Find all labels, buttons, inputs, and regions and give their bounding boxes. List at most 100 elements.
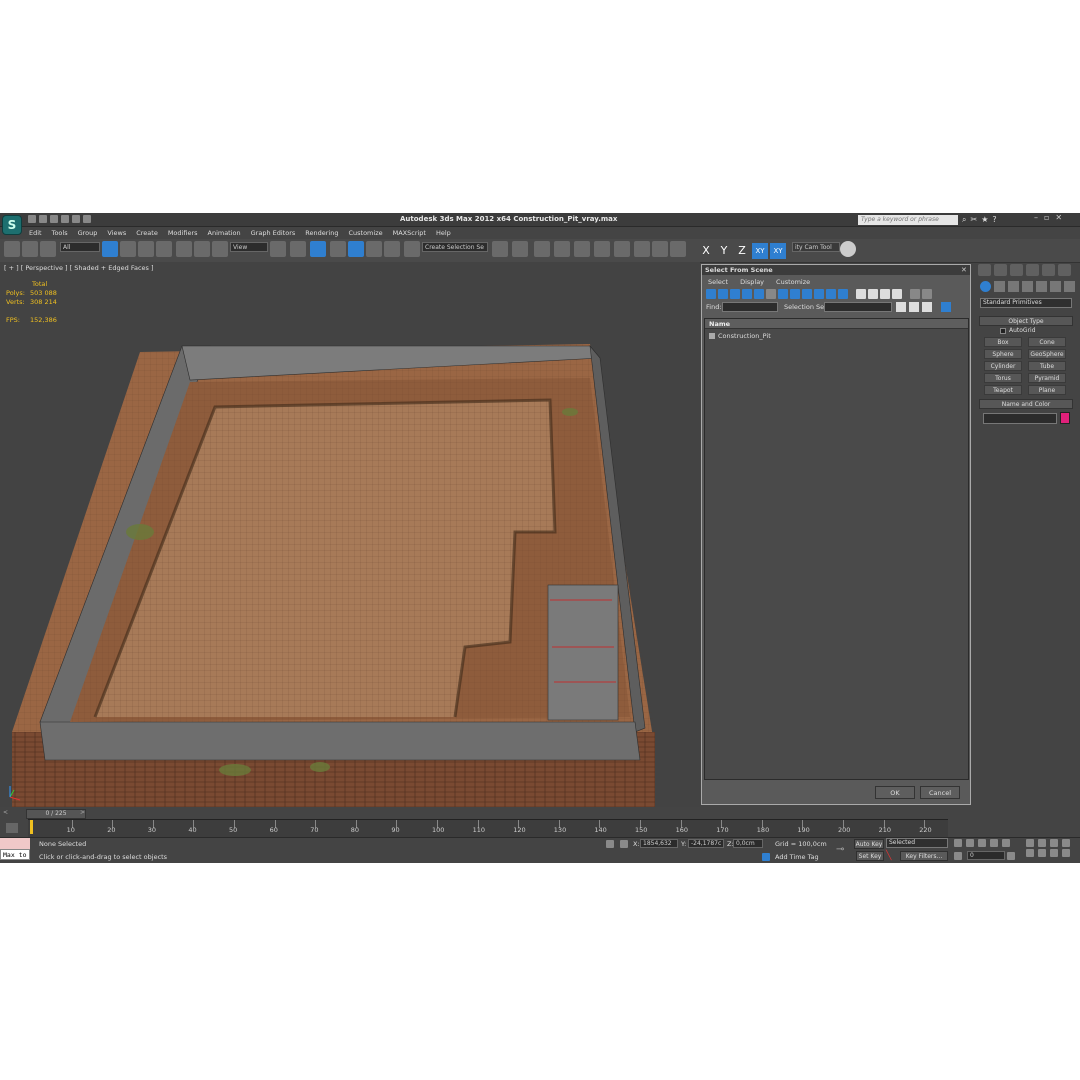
create-cone-button[interactable]: Cone bbox=[1028, 337, 1066, 347]
shapes-icon[interactable] bbox=[994, 281, 1005, 292]
axis-xy-cycle-button[interactable]: XY bbox=[770, 243, 786, 259]
object-color-swatch[interactable] bbox=[1060, 412, 1070, 424]
key-mode-toggle-icon[interactable] bbox=[954, 852, 962, 860]
select-object-icon[interactable] bbox=[102, 241, 118, 257]
current-frame-field[interactable]: 0 bbox=[967, 851, 1005, 860]
snaps-toggle-icon[interactable] bbox=[330, 241, 346, 257]
selection-set-dropdown[interactable] bbox=[824, 302, 892, 312]
set-key-button[interactable]: Set Key bbox=[856, 851, 884, 861]
create-plane-button[interactable]: Plane bbox=[1028, 385, 1066, 395]
find-case-icon[interactable] bbox=[896, 302, 906, 312]
layer-manager-icon[interactable] bbox=[534, 241, 550, 257]
display-hidden-icon[interactable] bbox=[838, 289, 848, 299]
systems-icon[interactable] bbox=[1064, 281, 1075, 292]
time-tag-icon[interactable] bbox=[762, 853, 770, 861]
star-icon[interactable]: ★ bbox=[981, 215, 988, 225]
window-crossing-icon[interactable] bbox=[156, 241, 172, 257]
z-coordinate-field[interactable]: 0,0cm bbox=[733, 839, 763, 848]
help-icon[interactable]: ? bbox=[992, 215, 996, 225]
angle-snap-icon[interactable] bbox=[348, 241, 364, 257]
add-time-tag[interactable]: Add Time Tag bbox=[775, 853, 819, 861]
display-frozen-icon[interactable] bbox=[826, 289, 836, 299]
binoculars-icon[interactable]: ⌕ bbox=[962, 215, 966, 225]
auto-key-button[interactable]: Auto Key bbox=[854, 839, 884, 849]
create-sphere-button[interactable]: Sphere bbox=[984, 349, 1022, 359]
curve-editor-icon[interactable] bbox=[574, 241, 590, 257]
ok-button[interactable]: OK bbox=[875, 786, 915, 799]
select-and-link-icon[interactable] bbox=[4, 241, 20, 257]
lights-icon[interactable] bbox=[1008, 281, 1019, 292]
dialog-close-icon[interactable]: ✕ bbox=[961, 266, 967, 274]
menu-item-graph-editors[interactable]: Graph Editors bbox=[246, 228, 301, 238]
tools-icon[interactable]: ✂ bbox=[970, 215, 977, 225]
zoom-icon[interactable] bbox=[1026, 839, 1034, 847]
axis-z-button[interactable]: Z bbox=[734, 243, 750, 259]
timeline-left-arrow[interactable]: < bbox=[3, 809, 8, 816]
invert-display-icon[interactable] bbox=[880, 289, 890, 299]
absolute-mode-icon[interactable] bbox=[620, 840, 628, 848]
spacewarps-icon[interactable] bbox=[1050, 281, 1061, 292]
cameras-icon[interactable] bbox=[1022, 281, 1033, 292]
pivot-center-icon[interactable] bbox=[270, 241, 286, 257]
app-logo-icon[interactable]: S bbox=[2, 215, 22, 235]
display-lights-icon[interactable] bbox=[730, 289, 740, 299]
display-cameras-icon[interactable] bbox=[742, 289, 752, 299]
cancel-button[interactable]: Cancel bbox=[920, 786, 960, 799]
menu-item-group[interactable]: Group bbox=[73, 228, 103, 238]
axis-x-button[interactable]: X bbox=[698, 243, 714, 259]
mirror-icon[interactable] bbox=[492, 241, 508, 257]
display-bones-icon[interactable] bbox=[802, 289, 812, 299]
create-tab-icon[interactable] bbox=[978, 264, 991, 276]
menu-item-rendering[interactable]: Rendering bbox=[300, 228, 343, 238]
maxscript-listener-top[interactable] bbox=[0, 838, 30, 849]
help-search-input[interactable]: Type a keyword or phrase bbox=[858, 215, 958, 225]
undo-icon[interactable] bbox=[61, 215, 69, 223]
filter-options-icon[interactable] bbox=[922, 289, 932, 299]
menu-item-customize[interactable]: Customize bbox=[343, 228, 387, 238]
redo-icon[interactable] bbox=[72, 215, 80, 223]
select-manipulate-icon[interactable] bbox=[290, 241, 306, 257]
material-editor-icon[interactable] bbox=[614, 241, 630, 257]
display-shapes-icon[interactable] bbox=[718, 289, 728, 299]
spinner-snap-icon[interactable] bbox=[384, 241, 400, 257]
timeline-right-arrow[interactable]: > bbox=[80, 809, 85, 816]
scale-icon[interactable] bbox=[212, 241, 228, 257]
maximize-viewport-icon[interactable] bbox=[1062, 849, 1070, 857]
select-all-icon[interactable] bbox=[892, 289, 902, 299]
go-to-start-icon[interactable] bbox=[954, 839, 962, 847]
lock-selection-icon[interactable] bbox=[606, 840, 614, 848]
display-none-icon[interactable] bbox=[868, 289, 878, 299]
zoom-all-icon[interactable] bbox=[1038, 839, 1046, 847]
primitive-category-dropdown[interactable]: Standard Primitives bbox=[980, 298, 1072, 308]
autogrid-checkbox[interactable]: AutoGrid bbox=[1000, 327, 1036, 334]
pan-icon[interactable] bbox=[1038, 849, 1046, 857]
modify-tab-icon[interactable] bbox=[994, 264, 1007, 276]
display-geometry-icon[interactable] bbox=[706, 289, 716, 299]
cam-tool-dropdown[interactable]: ity Cam Tool bbox=[792, 242, 840, 252]
unlink-icon[interactable] bbox=[22, 241, 38, 257]
mini-curve-editor-icon[interactable] bbox=[6, 823, 18, 833]
create-box-button[interactable]: Box bbox=[984, 337, 1022, 347]
filter-icon[interactable] bbox=[910, 289, 920, 299]
display-groups-icon[interactable] bbox=[778, 289, 788, 299]
rendered-frame-window-icon[interactable] bbox=[652, 241, 668, 257]
object-type-rollout[interactable]: Object Type bbox=[979, 316, 1073, 326]
create-cylinder-button[interactable]: Cylinder bbox=[984, 361, 1022, 371]
utilities-tab-icon[interactable] bbox=[1058, 264, 1071, 276]
x-coordinate-field[interactable]: 1854,632 bbox=[640, 839, 678, 848]
key-selection-dropdown[interactable]: Selected bbox=[886, 838, 948, 848]
create-teapot-button[interactable]: Teapot bbox=[984, 385, 1022, 395]
scene-object-list[interactable]: Name Construction_Pit bbox=[704, 318, 969, 780]
rectangular-selection-icon[interactable] bbox=[138, 241, 154, 257]
selection-filter-dropdown[interactable]: All bbox=[60, 242, 100, 252]
render-production-icon[interactable] bbox=[670, 241, 686, 257]
display-containers-icon[interactable] bbox=[814, 289, 824, 299]
reference-coordinate-dropdown[interactable]: View bbox=[230, 242, 268, 252]
menu-item-help[interactable]: Help bbox=[431, 228, 456, 238]
current-frame-marker[interactable] bbox=[30, 820, 33, 834]
name-column-header[interactable]: Name bbox=[705, 319, 968, 329]
motion-tab-icon[interactable] bbox=[1026, 264, 1039, 276]
maxscript-mini-listener[interactable]: Max to bbox=[0, 849, 30, 860]
helpers-icon[interactable] bbox=[1036, 281, 1047, 292]
previous-frame-icon[interactable] bbox=[966, 839, 974, 847]
